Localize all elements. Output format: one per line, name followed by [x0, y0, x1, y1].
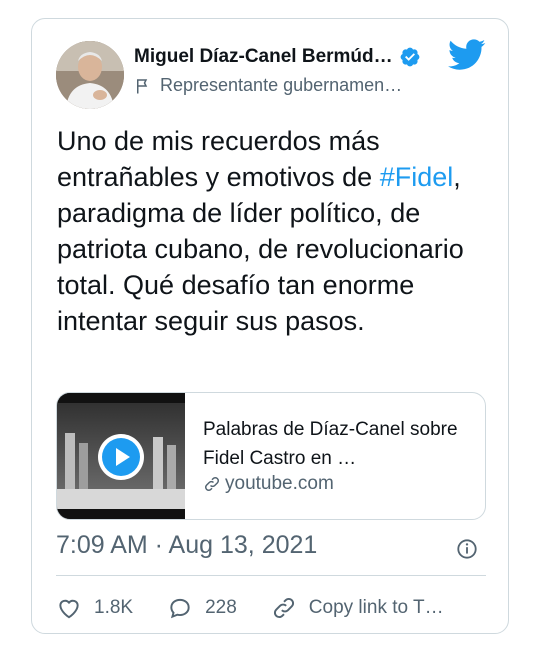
divider — [56, 575, 486, 576]
tweet-text: Uno de mis recuerdos más entrañables y e… — [57, 123, 487, 339]
tweet-card[interactable]: Miguel Díaz-Canel Bermúd… Representante … — [31, 18, 509, 634]
reply-count: 228 — [205, 597, 237, 618]
hashtag-link[interactable]: #Fidel — [380, 162, 454, 192]
twitter-logo-icon[interactable] — [448, 39, 486, 71]
link-card-title[interactable]: Palabras de Díaz-Canel sobre Fidel Castr… — [203, 415, 473, 473]
flag-icon — [137, 78, 148, 93]
like-count: 1.8K — [94, 597, 134, 618]
link-preview-card[interactable]: Palabras de Díaz-Canel sobre Fidel Castr… — [56, 392, 486, 520]
tweet-text-before: Uno de mis recuerdos más entrañables y e… — [57, 126, 380, 192]
author-label: Representante gubernamen… — [160, 75, 403, 95]
copy-link-label: Copy link to T… — [308, 597, 444, 618]
action-bar: 1.8K 228 Copy link to T… — [56, 591, 478, 625]
tweet-timestamp[interactable]: 7:09 AM · Aug 13, 2021 — [56, 531, 317, 560]
link-card-domain: youtube.com — [225, 473, 334, 494]
link-icon — [204, 476, 220, 492]
author-name[interactable]: Miguel Díaz-Canel Bermúd… — [134, 46, 393, 68]
reply-icon — [170, 598, 190, 619]
info-icon[interactable] — [456, 538, 478, 560]
verified-badge-icon — [400, 47, 420, 67]
video-thumbnail[interactable] — [57, 393, 185, 519]
copy-link-button[interactable]: Copy link to T… — [271, 595, 444, 621]
avatar[interactable] — [56, 41, 124, 109]
heart-icon — [59, 599, 79, 619]
play-icon[interactable] — [97, 433, 145, 481]
reply-button[interactable]: 228 — [167, 595, 237, 621]
like-button[interactable]: 1.8K — [56, 595, 133, 621]
copy-link-icon — [273, 597, 294, 619]
